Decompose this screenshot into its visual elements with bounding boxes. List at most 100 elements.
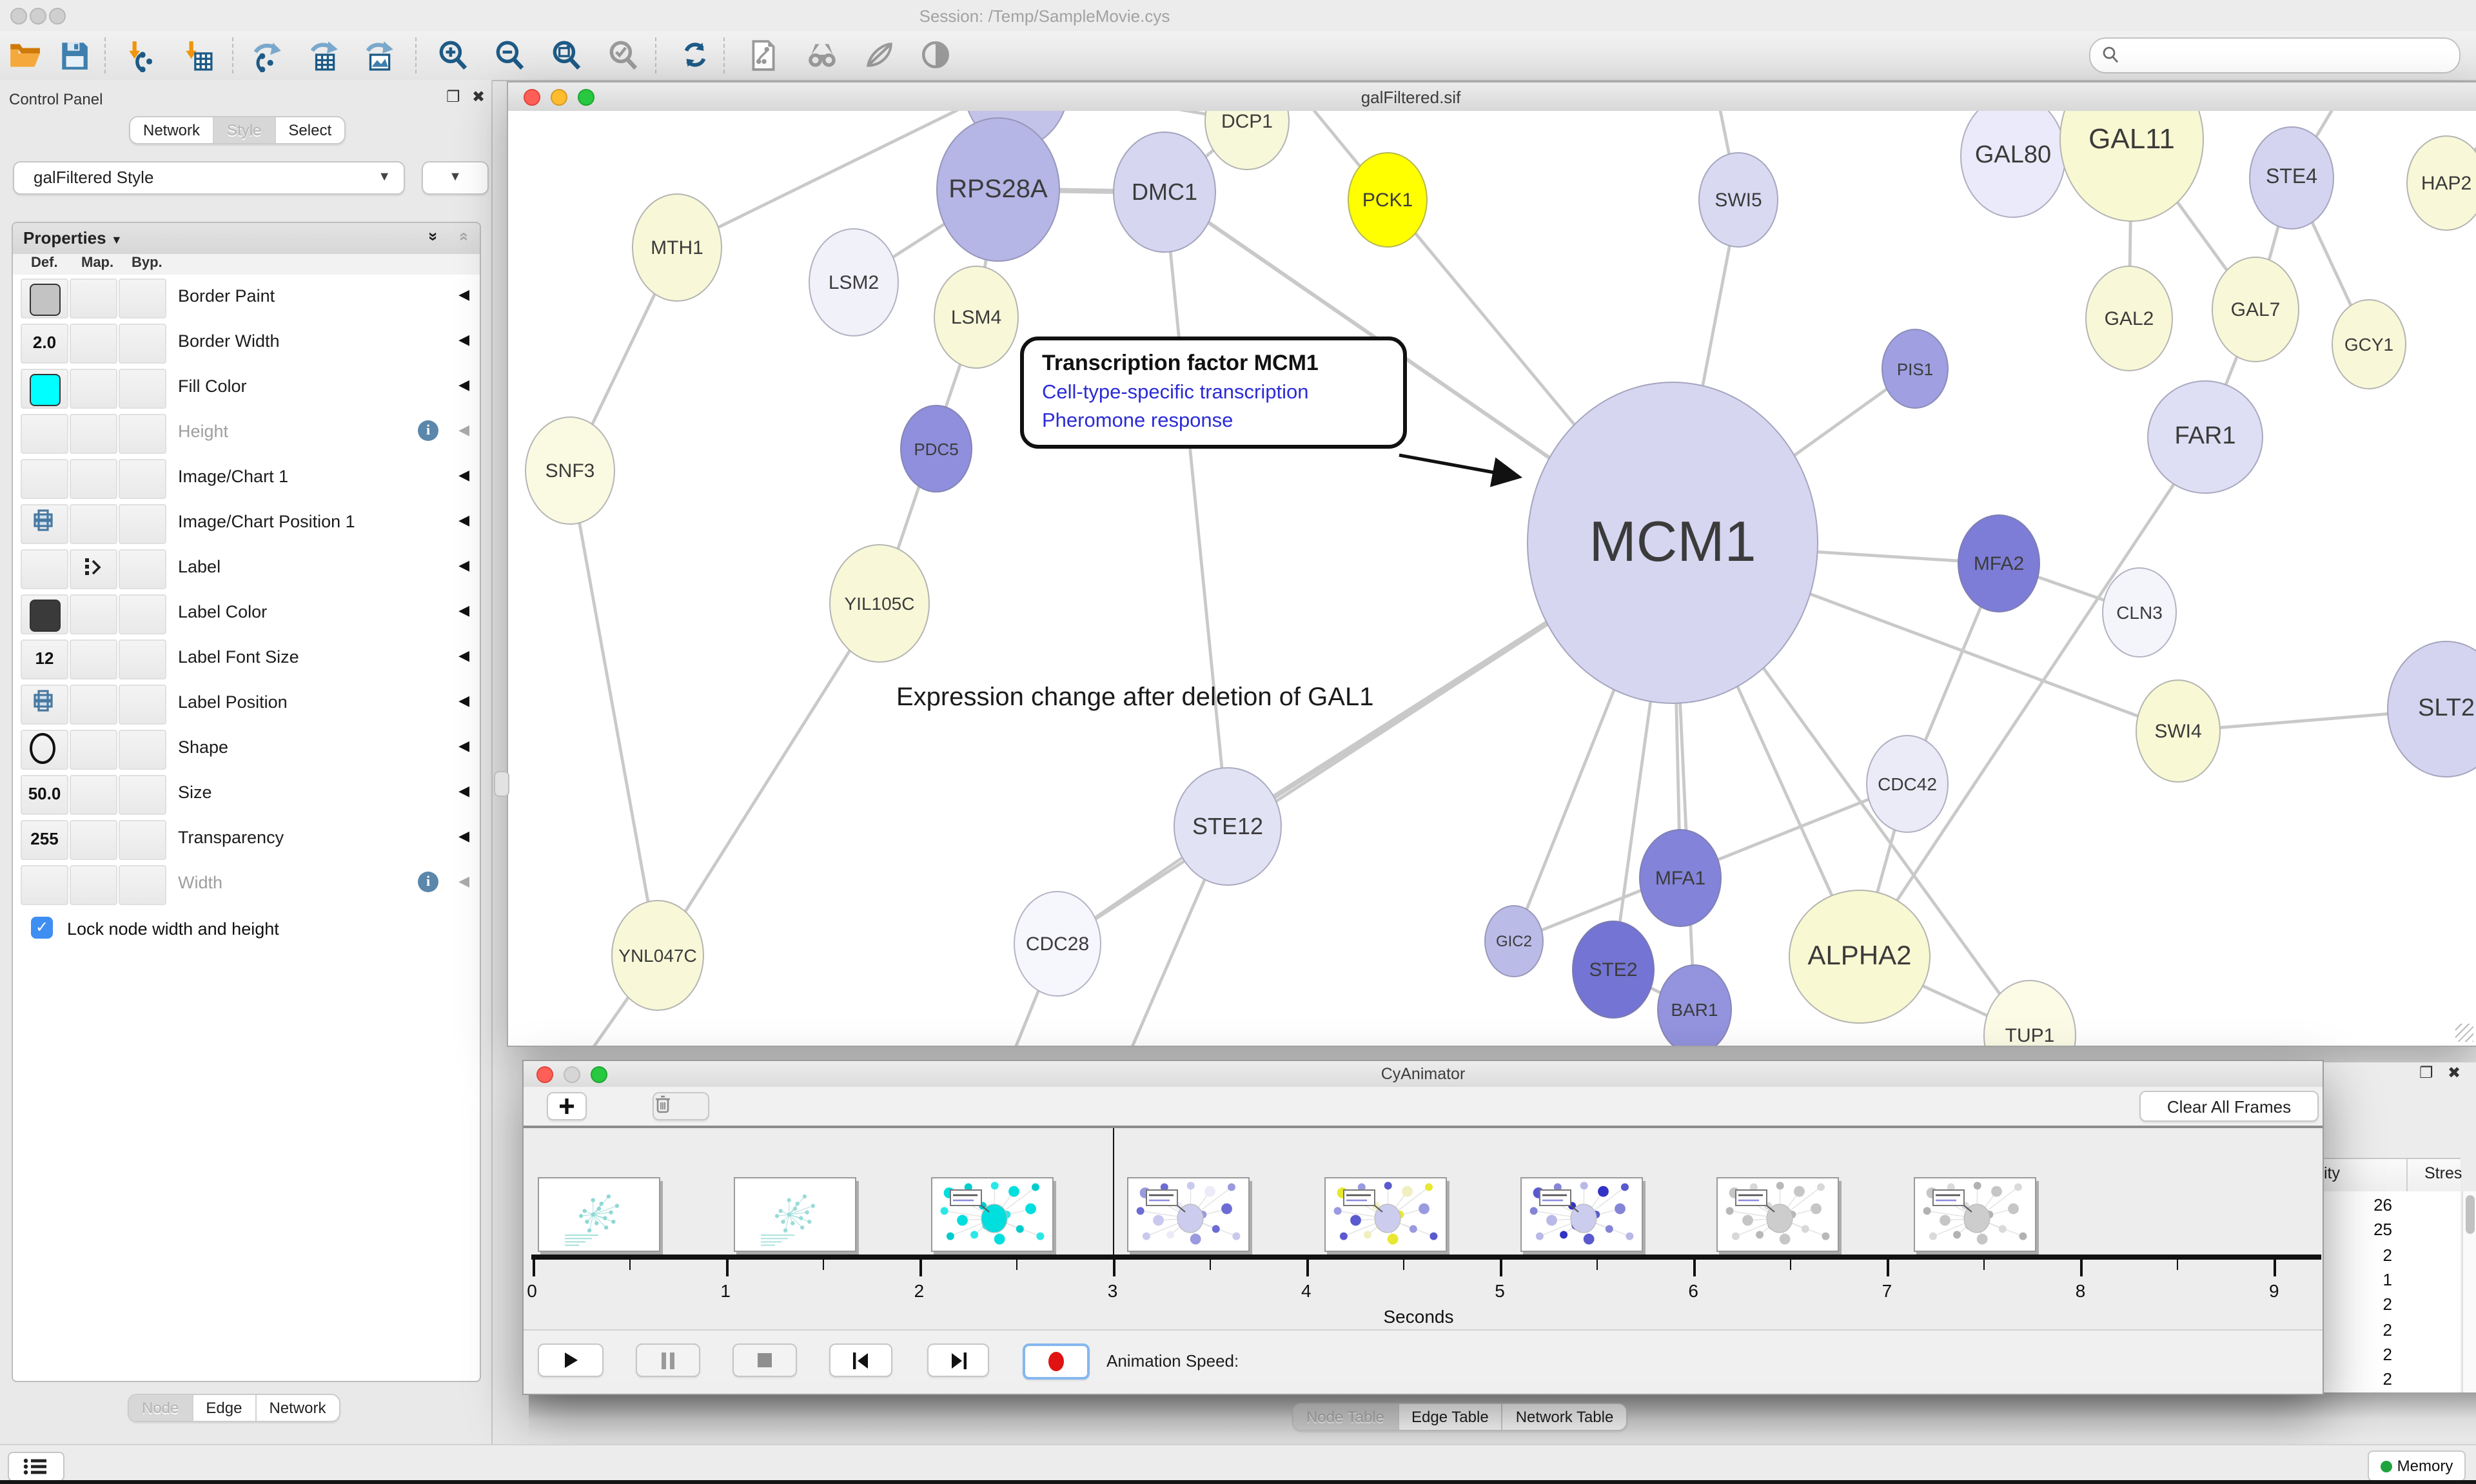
property-row-transparency[interactable]: 255Transparency◀ (13, 816, 480, 863)
column-header[interactable]: Stres (2424, 1164, 2462, 1182)
tab-network-table[interactable]: Network Table (1503, 1404, 1627, 1430)
expand-all-icon[interactable]: » (424, 232, 444, 241)
table-cell-value[interactable]: 2 (2321, 1320, 2392, 1339)
graph-node-ynl047c[interactable]: YNL047C (611, 900, 704, 1011)
column-header[interactable]: ity (2324, 1164, 2340, 1182)
property-expand-icon[interactable]: ◀ (458, 422, 469, 438)
graph-node-yil105c[interactable]: YIL105C (829, 544, 930, 663)
property-row-label-font-size[interactable]: 12Label Font Size◀ (13, 636, 480, 682)
property-cell[interactable]: 50.0 (21, 775, 68, 815)
property-cell[interactable]: 255 (21, 820, 68, 860)
property-expand-icon[interactable]: ◀ (458, 331, 469, 348)
graph-node-alpha2[interactable]: ALPHA2 (1789, 890, 1931, 1024)
timeline-frame-4[interactable] (1324, 1177, 1446, 1252)
table-scrollbar[interactable] (2462, 1191, 2476, 1392)
tab-node[interactable]: Node (129, 1395, 193, 1421)
property-expand-icon[interactable]: ◀ (458, 602, 469, 619)
property-row-image-chart-1[interactable]: Image/Chart 1◀ (13, 455, 480, 502)
graph-node-cln3[interactable]: CLN3 (2102, 567, 2177, 658)
delete-frame-button[interactable] (653, 1092, 709, 1120)
graph-node-mfa2[interactable]: MFA2 (1958, 514, 2040, 612)
property-expand-icon[interactable]: ◀ (458, 647, 469, 664)
tab-edge[interactable]: Edge (193, 1395, 256, 1421)
export-table-icon[interactable] (307, 39, 340, 72)
property-cell[interactable] (21, 685, 68, 725)
property-cell[interactable] (21, 369, 68, 409)
graph-node-cdc28[interactable]: CDC28 (1014, 891, 1101, 997)
hide-details-icon[interactable] (863, 39, 896, 72)
timeline-playhead[interactable] (1113, 1128, 1114, 1255)
property-expand-icon[interactable]: ◀ (458, 783, 469, 799)
graph-node-cdc42[interactable]: CDC42 (1866, 735, 1949, 833)
property-cell[interactable] (70, 504, 117, 544)
table-cell-value[interactable]: 25 (2321, 1220, 2392, 1240)
table-cell-value[interactable]: 2 (2321, 1245, 2392, 1264)
property-cell[interactable] (119, 504, 166, 544)
annotation-box[interactable]: Transcription factor MCM1 Cell-type-spec… (1020, 337, 1407, 449)
property-row-border-paint[interactable]: Border Paint◀ (13, 275, 480, 321)
graph-node-dmc1[interactable]: DMC1 (1113, 132, 1216, 253)
zoom-selected-icon[interactable] (606, 39, 640, 72)
property-expand-icon[interactable]: ◀ (458, 512, 469, 529)
property-cell[interactable] (70, 369, 117, 409)
collapse-all-icon[interactable]: » (453, 232, 472, 241)
property-cell[interactable] (119, 639, 166, 679)
tab-node-table[interactable]: Node Table (1293, 1404, 1399, 1430)
zoom-fit-icon[interactable] (549, 39, 583, 72)
property-cell[interactable] (21, 459, 68, 499)
network-canvas[interactable]: DCP1RPS28ADMC1PCK1SWI5GAL80GAL11STE4HAP2… (508, 111, 2476, 1046)
zoom-out-icon[interactable] (493, 39, 526, 72)
property-cell[interactable] (119, 459, 166, 499)
property-cell[interactable] (70, 549, 117, 589)
property-cell[interactable] (119, 549, 166, 589)
property-cell[interactable] (70, 459, 117, 499)
lock-size-checkbox[interactable]: ✓ (31, 917, 53, 939)
property-cell[interactable] (119, 820, 166, 860)
network-document-icon[interactable] (747, 39, 780, 72)
property-row-label[interactable]: Label◀ (13, 545, 480, 592)
style-options-button[interactable]: ▼ (422, 161, 489, 195)
property-cell[interactable] (21, 549, 68, 589)
property-cell[interactable] (119, 775, 166, 815)
graph-node-ste12[interactable]: STE12 (1174, 767, 1282, 886)
timeline-frame-3[interactable] (1127, 1177, 1250, 1252)
graph-node-gic2[interactable]: GIC2 (1484, 905, 1544, 977)
property-expand-icon[interactable]: ◀ (458, 692, 469, 709)
property-cell[interactable] (70, 775, 117, 815)
task-history-button[interactable] (8, 1452, 64, 1481)
import-table-icon[interactable] (181, 39, 214, 72)
default-swatch[interactable] (30, 374, 61, 406)
stop-button[interactable] (732, 1343, 797, 1377)
timeline-frame-1[interactable] (734, 1177, 857, 1252)
network-window-titlebar[interactable]: galFiltered.sif (508, 83, 2476, 112)
search-input[interactable] (2089, 37, 2461, 73)
property-cell[interactable] (21, 594, 68, 634)
property-row-width[interactable]: Width◀i (13, 861, 480, 908)
property-cell[interactable] (70, 594, 117, 634)
property-row-label-color[interactable]: Label Color◀ (13, 591, 480, 637)
graph-node-swi5[interactable]: SWI5 (1698, 152, 1778, 248)
property-expand-icon[interactable]: ◀ (458, 873, 469, 890)
graph-node-pck1[interactable]: PCK1 (1348, 152, 1428, 248)
save-icon[interactable] (57, 39, 90, 72)
property-expand-icon[interactable]: ◀ (458, 828, 469, 845)
property-cell[interactable]: 2.0 (21, 324, 68, 364)
export-network-icon[interactable] (250, 39, 284, 72)
graph-node-gcy1[interactable]: GCY1 (2332, 299, 2406, 389)
graph-node-lsm2[interactable]: LSM2 (809, 228, 899, 337)
table-cell-value[interactable]: 2 (2321, 1345, 2392, 1364)
tab-network[interactable]: Network (130, 117, 214, 143)
property-cell[interactable] (70, 820, 117, 860)
default-value[interactable]: 2.0 (22, 333, 67, 352)
close-panel-icon[interactable]: ✖ (472, 88, 485, 106)
timeline-frame-6[interactable] (1717, 1177, 1840, 1252)
graph-node-swi4[interactable]: SWI4 (2136, 679, 2221, 783)
property-cell[interactable] (21, 278, 68, 318)
skip-to-start-button[interactable] (829, 1343, 892, 1377)
property-expand-icon[interactable]: ◀ (458, 467, 469, 483)
property-row-border-width[interactable]: 2.0Border Width◀ (13, 320, 480, 366)
timeline-frame-0[interactable] (538, 1177, 660, 1252)
graph-node-ste2[interactable]: STE2 (1572, 921, 1655, 1019)
minimize-window-icon[interactable] (551, 89, 567, 106)
property-row-height[interactable]: Height◀i (13, 410, 480, 456)
